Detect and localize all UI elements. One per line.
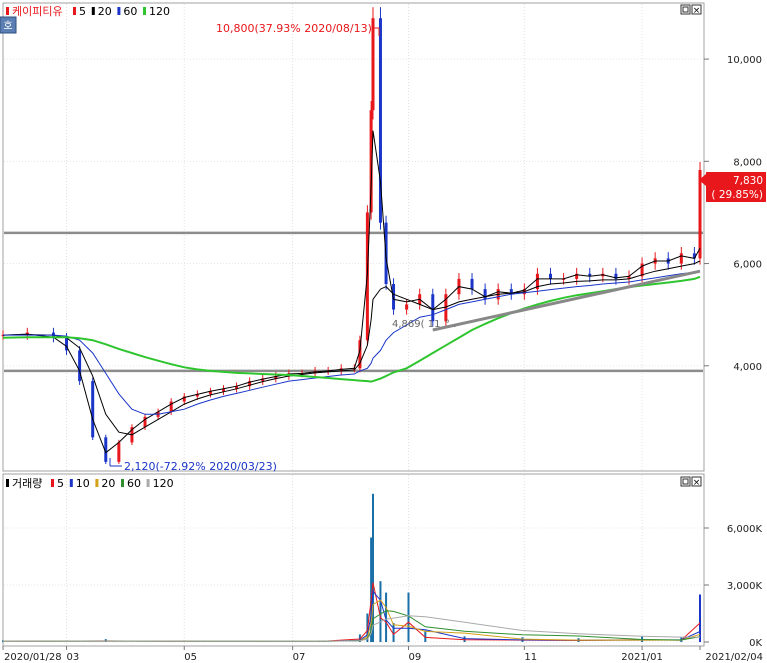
candle-body (549, 273, 553, 279)
legend-label: 20 (98, 5, 112, 18)
volume-bar (379, 581, 382, 642)
legend-label: 120 (153, 477, 174, 490)
candle-body (405, 304, 409, 310)
legend-label: 5 (79, 5, 86, 18)
y-tick-label: 6,000 (733, 260, 762, 271)
legend-swatch (117, 7, 121, 15)
legend-label: 10 (76, 477, 90, 490)
x-tick-label: 2021/02/04 (705, 652, 763, 663)
legend-label: 120 (149, 5, 170, 18)
y-axis: 4,000 6,000 8,000 10,000 0K 3,000K 6,000K (704, 55, 762, 649)
y-tick-label: 4,000 (733, 362, 762, 373)
y-tick-label: 8,000 (733, 157, 762, 168)
legend-label: 60 (123, 5, 137, 18)
close-glyph: × (693, 478, 701, 488)
volume-panel (2, 473, 705, 647)
legend-swatch (146, 479, 150, 487)
x-tick-label: 03 (67, 652, 80, 663)
mid-annotation-suffix: ° . (445, 319, 456, 330)
price-panel (2, 2, 705, 472)
high-annotation: 10,800(37.93% 2020/08/13) (216, 22, 372, 35)
volume-y-tick-label: 3,000K (727, 581, 763, 592)
candle-body (483, 289, 487, 300)
maximize-icon[interactable] (680, 476, 691, 487)
side-icon[interactable]: 호 (3, 20, 12, 32)
low-annotation: 2,120(-72.92% 2020/03/23) (124, 460, 277, 473)
last-change: ( 29.85%) (711, 189, 763, 201)
last-price: 7,830 (733, 175, 763, 187)
legend-swatch (91, 7, 95, 15)
candle-body (470, 278, 474, 290)
x-tick-label: 11 (524, 652, 537, 663)
candle-body (91, 381, 95, 438)
legend-swatch (69, 479, 73, 487)
legend-label: 케이피티유 (12, 5, 63, 18)
maximize-icon[interactable] (680, 4, 691, 15)
x-tick-label: 2020/01/28 (4, 652, 62, 663)
y-tick-label: 10,000 (727, 55, 762, 66)
stock-chart: 4,0006,0008,00010,0000K3,000K6,000K 2020… (0, 2, 766, 663)
x-tick-label: 2021/01 (621, 652, 663, 663)
volume-bar (463, 636, 466, 642)
legend-label: 60 (127, 477, 141, 490)
legend-swatch (73, 7, 76, 15)
candle-body (431, 294, 435, 322)
legend-swatch (6, 7, 9, 15)
x-tick-label: 09 (408, 652, 421, 663)
x-tick-label: 05 (184, 652, 197, 663)
close-glyph: × (693, 6, 701, 16)
x-tick-label: 07 (293, 652, 306, 663)
legend-swatch (95, 479, 99, 487)
legend-swatch (6, 479, 9, 487)
legend-swatch (121, 479, 124, 487)
candle-body (371, 18, 375, 111)
x-axis: 2020/01/28 03 05 07 09 11 2021/01 2021/02/04 (2, 646, 763, 663)
volume-y-tick-label: 0K (749, 638, 762, 649)
legend-label: 5 (57, 477, 64, 490)
candle-body (679, 253, 683, 264)
candle-body (117, 442, 121, 462)
legend-swatch (143, 7, 146, 15)
mid-annotation: 4,869( 11 (392, 319, 440, 330)
volume-y-tick-label: 6,000K (727, 524, 763, 535)
volume-bar (407, 592, 410, 642)
candle-body (698, 170, 702, 259)
legend-label: 거래량 (12, 477, 42, 490)
legend-label: 20 (101, 477, 115, 490)
legend-swatch (51, 479, 54, 487)
